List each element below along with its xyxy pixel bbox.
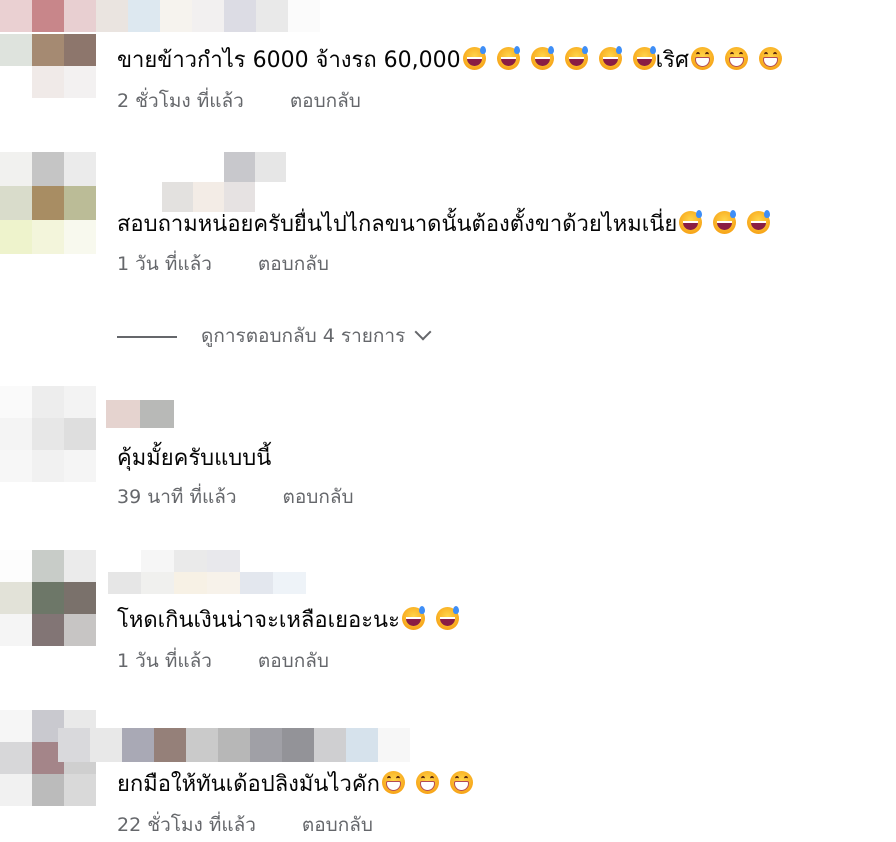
grimacing-emoji — [415, 771, 439, 794]
grimacing-emoji — [724, 47, 748, 70]
view-replies-button[interactable]: ดูการตอบกลับ 4 รายการ — [117, 322, 432, 350]
grinning-sweat-emoji — [564, 46, 588, 70]
commenter-name[interactable] — [106, 400, 174, 428]
comment-text: สอบถามหน่อยครับยื่นไปไกลขนาดนั้นต้องตั้ง… — [117, 210, 771, 240]
comment-meta: 2 ชั่วโมง ที่แล้ว ตอบกลับ — [117, 88, 361, 114]
comment-meta: 39 นาที ที่แล้ว ตอบกลับ — [117, 484, 354, 510]
grinning-sweat-emoji — [496, 46, 520, 70]
grinning-sweat-emoji — [530, 46, 554, 70]
comment-text: คุ้มมั้ยครับแบบนี้ — [117, 444, 271, 474]
avatar[interactable] — [0, 386, 98, 486]
timestamp[interactable]: 22 ชั่วโมง ที่แล้ว — [117, 814, 256, 836]
comment-meta: 1 วัน ที่แล้ว ตอบกลับ — [117, 648, 329, 674]
avatar[interactable] — [0, 34, 98, 98]
avatar[interactable] — [0, 550, 98, 650]
comment-body: สอบถามหน่อยครับยื่นไปไกลขนาดนั้นต้องตั้ง… — [117, 212, 678, 237]
grinning-sweat-emoji — [598, 46, 622, 70]
emoji-group — [461, 46, 656, 73]
timestamp[interactable]: 1 วัน ที่แล้ว — [117, 650, 212, 672]
view-replies-label: ดูการตอบกลับ 4 รายการ — [201, 325, 406, 347]
comment-text: ขายข้าวกำไร 6000 จ้างรถ 60,000 เริศ — [117, 46, 782, 76]
comment-text: โหดเกินเงินน่าจะเหลือเยอะนะ — [117, 606, 459, 636]
grimacing-emoji — [758, 47, 782, 70]
emoji-group — [400, 606, 459, 633]
comment-body: ขายข้าวกำไร 6000 จ้างรถ 60,000 — [117, 48, 461, 73]
thread-line — [117, 335, 177, 338]
comment-meta: 1 วัน ที่แล้ว ตอบกลับ — [117, 251, 329, 277]
commenter-name[interactable] — [162, 152, 286, 212]
comment-body: คุ้มมั้ยครับแบบนี้ — [117, 446, 272, 471]
reply-link[interactable]: ตอบกลับ — [290, 90, 361, 112]
reply-link[interactable]: ตอบกลับ — [283, 486, 354, 508]
comment-meta: 22 ชั่วโมง ที่แล้ว ตอบกลับ — [117, 812, 373, 838]
grinning-sweat-emoji — [713, 210, 737, 234]
grinning-sweat-emoji — [435, 606, 459, 630]
commenter-name[interactable] — [58, 728, 414, 762]
timestamp[interactable]: 39 นาที ที่แล้ว — [117, 486, 237, 508]
reply-link[interactable]: ตอบกลับ — [258, 650, 329, 672]
emoji-group — [677, 210, 771, 237]
comment-suffix: เริศ — [655, 48, 689, 73]
comment-text: ยกมือให้ทันเด้อปลิงมันไวคัก — [117, 770, 473, 800]
commenter-name[interactable] — [108, 550, 308, 594]
grinning-sweat-emoji — [747, 210, 771, 234]
grinning-sweat-emoji — [462, 46, 486, 70]
grinning-sweat-emoji — [679, 210, 703, 234]
reply-link[interactable]: ตอบกลับ — [302, 814, 373, 836]
chevron-down-icon — [414, 323, 432, 341]
comment-body: ยกมือให้ทันเด้อปลิงมันไวคัก — [117, 772, 380, 797]
grimacing-emoji — [690, 47, 714, 70]
emoji-group — [689, 47, 782, 73]
timestamp[interactable]: 1 วัน ที่แล้ว — [117, 253, 212, 275]
grinning-sweat-emoji — [401, 606, 425, 630]
grimacing-emoji — [381, 771, 405, 794]
grimacing-emoji — [449, 771, 473, 794]
reply-link[interactable]: ตอบกลับ — [258, 253, 329, 275]
avatar[interactable] — [0, 152, 98, 260]
timestamp[interactable]: 2 ชั่วโมง ที่แล้ว — [117, 90, 244, 112]
comment-body: โหดเกินเงินน่าจะเหลือเยอะนะ — [117, 608, 400, 633]
avatar[interactable] — [0, 0, 324, 32]
emoji-group — [380, 771, 473, 797]
grinning-sweat-emoji — [632, 46, 656, 70]
